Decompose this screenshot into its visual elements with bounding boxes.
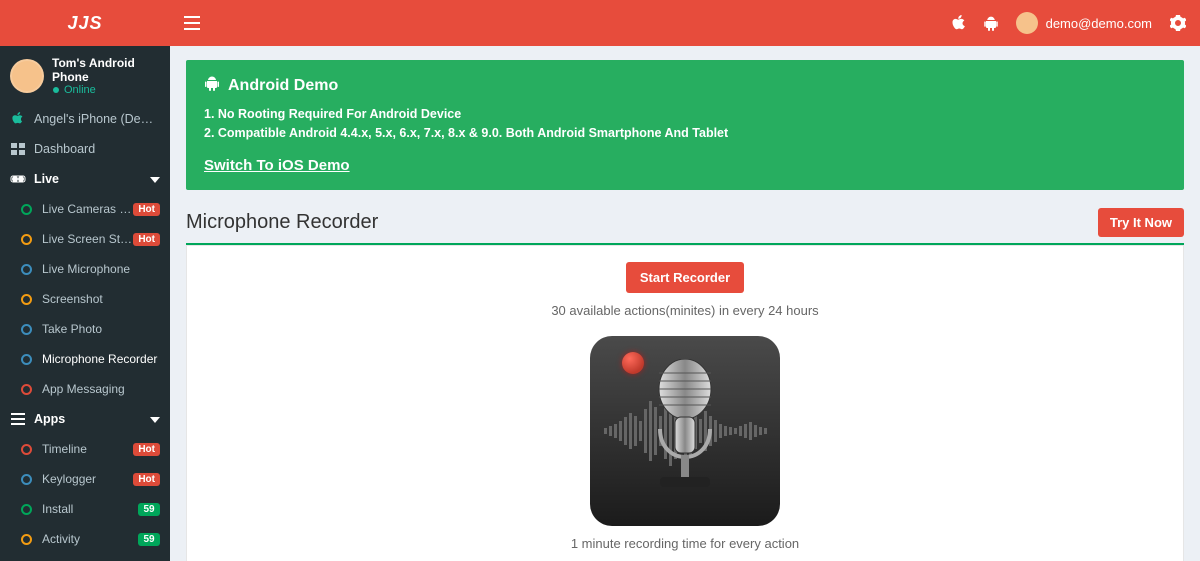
avatar: [1016, 12, 1038, 34]
sidebar-apps-item[interactable]: KeyloggerHot: [0, 464, 170, 494]
apple-icon[interactable]: [952, 15, 966, 31]
ring-icon: [18, 204, 34, 215]
recorder-panel: Start Recorder 30 available actions(mini…: [186, 245, 1184, 561]
hint-text: 1 minute recording time for every action: [203, 536, 1167, 551]
badge: Hot: [133, 203, 160, 216]
header-user[interactable]: demo@demo.com: [1016, 12, 1152, 34]
recorder-image: [590, 336, 780, 526]
badge: Hot: [133, 473, 160, 486]
sidebar-alt-device[interactable]: Angel's iPhone (Demo): [0, 104, 170, 134]
sidebar-apps-item[interactable]: TimelineHot: [0, 434, 170, 464]
quota-text: 30 available actions(minites) in every 2…: [203, 303, 1167, 318]
brand[interactable]: JJS: [0, 0, 170, 46]
ring-icon: [18, 384, 34, 395]
microphone-icon: [640, 359, 730, 502]
avatar: [10, 59, 44, 93]
user-email: demo@demo.com: [1046, 16, 1152, 31]
sidebar-item-label: App Messaging: [42, 382, 160, 396]
apple-icon: [10, 112, 26, 126]
sidebar-user[interactable]: Tom's Android Phone Online: [0, 46, 170, 104]
chevron-down-icon: [150, 172, 160, 186]
android-icon[interactable]: [984, 15, 998, 31]
camera-icon: [10, 173, 26, 185]
sidebar-live-item[interactable]: Screenshot: [0, 284, 170, 314]
android-icon: [204, 74, 220, 97]
sidebar-item-label: Install: [42, 502, 138, 516]
sidebar-live-item[interactable]: App Messaging: [0, 374, 170, 404]
sidebar-live-item[interactable]: Live Screen StreamHot: [0, 224, 170, 254]
ring-icon: [18, 234, 34, 245]
gear-icon[interactable]: [1170, 15, 1186, 31]
banner-line: 1. No Rooting Required For Android Devic…: [204, 105, 1166, 124]
page-title: Microphone Recorder: [186, 211, 378, 234]
info-banner: Android Demo 1. No Rooting Required For …: [186, 60, 1184, 190]
sidebar-item-label: Screenshot: [42, 292, 160, 306]
sidebar-live-item[interactable]: Live Microphone: [0, 254, 170, 284]
sidebar-live-item[interactable]: Take Photo: [0, 314, 170, 344]
sidebar-item-label: Take Photo: [42, 322, 160, 336]
ring-icon: [18, 354, 34, 365]
sidebar-dashboard[interactable]: Dashboard: [0, 134, 170, 164]
badge: 59: [138, 533, 160, 546]
sidebar-item-label: Live Screen Stream: [42, 232, 133, 246]
sidebar-call-history[interactable]: Call Hisotry 484: [0, 554, 170, 561]
badge: Hot: [133, 443, 160, 456]
content: Android Demo 1. No Rooting Required For …: [170, 46, 1200, 561]
badge: Hot: [133, 233, 160, 246]
ring-icon: [18, 534, 34, 545]
sidebar-item-label: Timeline: [42, 442, 133, 456]
banner-line: 2. Compatible Android 4.4.x, 5.x, 6.x, 7…: [204, 124, 1166, 143]
list-icon: [10, 413, 26, 425]
ring-icon: [18, 294, 34, 305]
ring-icon: [18, 444, 34, 455]
sidebar-apps-item[interactable]: Install59: [0, 494, 170, 524]
menu-toggle-icon[interactable]: [184, 16, 200, 30]
chevron-down-icon: [150, 412, 160, 426]
sidebar-live-item[interactable]: Live Cameras StreamHot: [0, 194, 170, 224]
dashboard-icon: [10, 143, 26, 155]
sidebar-item-label: Live Microphone: [42, 262, 160, 276]
sidebar-item-label: Live Cameras Stream: [42, 202, 133, 216]
device-name: Tom's Android Phone: [52, 56, 160, 84]
switch-demo-link[interactable]: Switch To iOS Demo: [204, 157, 350, 174]
sidebar-item-label: Keylogger: [42, 472, 133, 486]
badge: 59: [138, 503, 160, 516]
sidebar-item-label: Activity: [42, 532, 138, 546]
sidebar-section-apps[interactable]: Apps: [0, 404, 170, 434]
brand-text: JJS: [67, 13, 102, 34]
sidebar-section-live[interactable]: Live: [0, 164, 170, 194]
ring-icon: [18, 324, 34, 335]
banner-title: Android Demo: [228, 77, 338, 95]
sidebar: Tom's Android Phone Online Angel's iPhon…: [0, 46, 170, 561]
ring-icon: [18, 264, 34, 275]
sidebar-apps-item[interactable]: Activity59: [0, 524, 170, 554]
start-recorder-button[interactable]: Start Recorder: [626, 262, 744, 293]
ring-icon: [18, 504, 34, 515]
device-status: Online: [52, 84, 160, 96]
sidebar-item-label: Microphone Recorder: [42, 352, 160, 366]
ring-icon: [18, 474, 34, 485]
sidebar-live-item[interactable]: Microphone Recorder: [0, 344, 170, 374]
try-it-now-button[interactable]: Try It Now: [1098, 208, 1184, 237]
